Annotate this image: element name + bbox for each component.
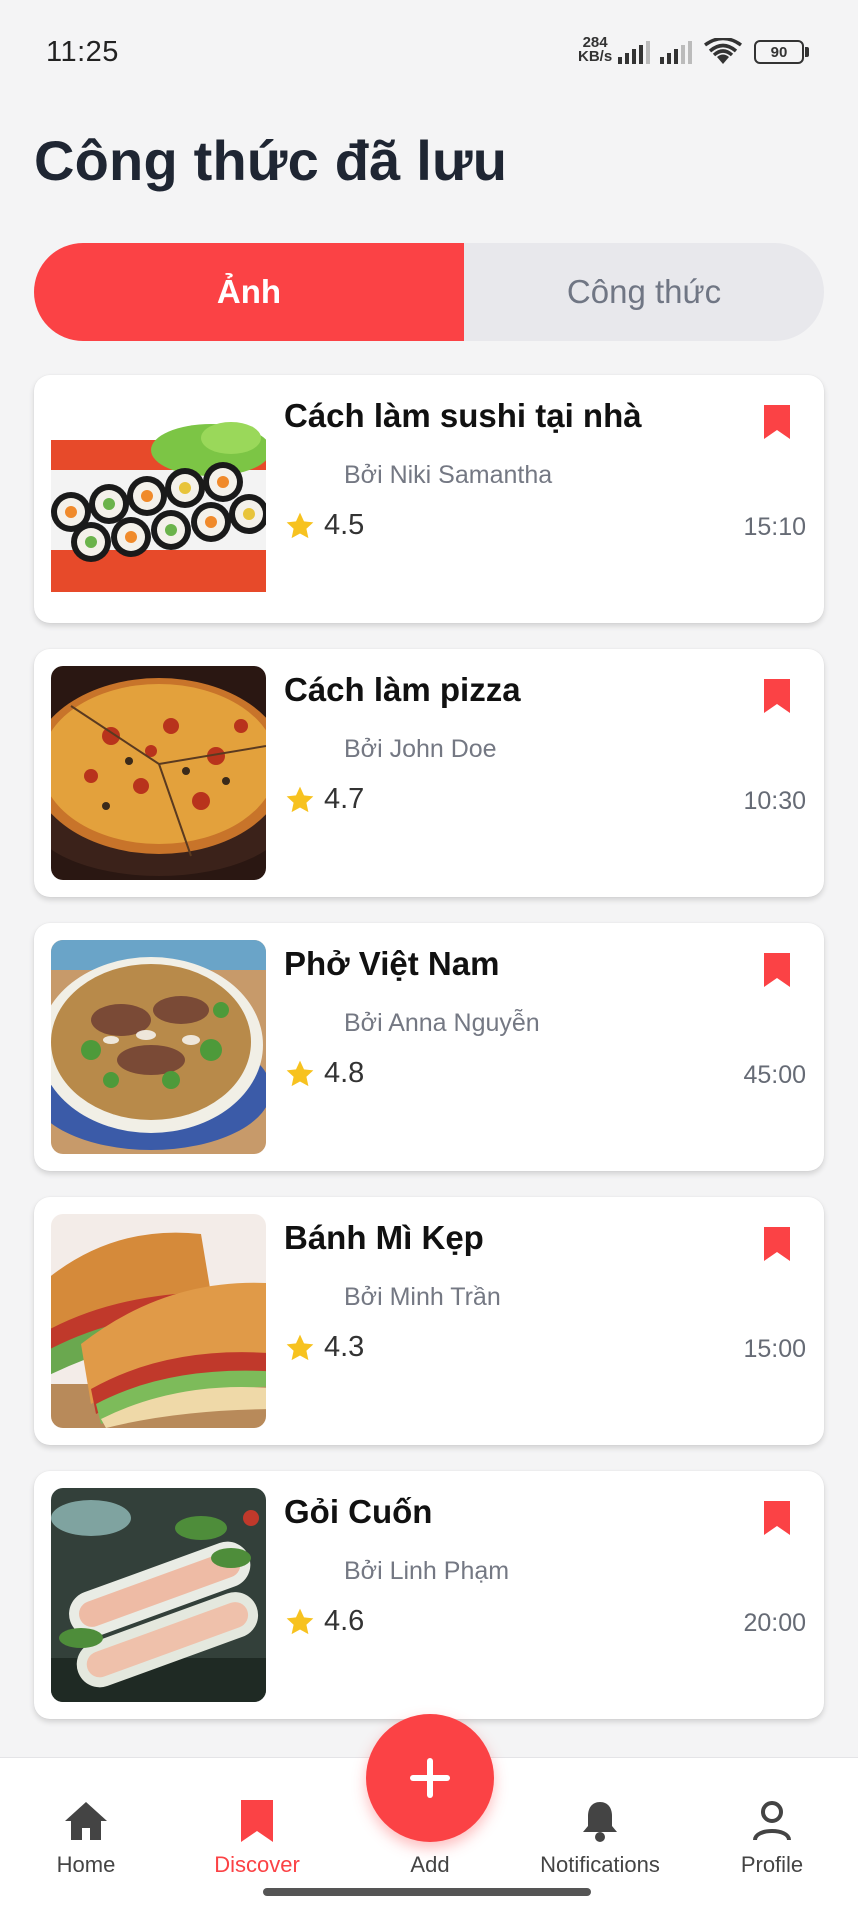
home-indicator [263,1888,591,1896]
recipe-list: Cách làm sushi tại nhà Bởi Niki Samantha… [34,375,824,1745]
bookmark-icon [241,1800,273,1842]
nav-label-add: Add [410,1852,450,1877]
recipe-author: Bởi Niki Samantha [344,461,553,489]
recipe-card[interactable]: Cách làm pizza Bởi John Doe 4.7 10:30 [34,649,824,897]
bell-icon [583,1802,617,1842]
recipe-image-banh-mi [51,1214,266,1428]
recipe-title: Gỏi Cuốn [284,1493,433,1530]
rating-value: 4.6 [324,1605,365,1637]
recipe-card[interactable]: Cách làm sushi tại nhà Bởi Niki Samantha… [34,375,824,623]
bookmark-icon[interactable] [764,953,790,987]
recipe-title: Bánh Mì Kẹp [284,1219,484,1256]
recipe-rating: 4.3 [284,1331,364,1364]
nav-label-profile: Profile [740,1852,804,1877]
recipe-image-sushi [51,392,266,606]
nav-label-discover: Discover [214,1852,300,1877]
recipe-author: Bởi Minh Trần [344,1283,501,1311]
recipe-card[interactable]: Bánh Mì Kẹp Bởi Minh Trần 4.3 15:00 [34,1197,824,1445]
plus-icon [410,1758,450,1798]
star-icon [286,1060,314,1086]
status-bar: 11:25 284 KB/s 90 [0,0,858,104]
recipe-time: 10:30 [743,787,806,815]
nav-label-notifications: Notifications [540,1852,660,1877]
signal-icon [618,41,650,64]
nav-item-notifications[interactable]: Notifications [515,1800,685,1878]
nav-item-home[interactable]: Home [1,1800,171,1878]
recipe-author: Bởi John Doe [344,735,497,763]
tab-photos[interactable]: Ảnh [34,243,464,341]
person-icon [753,1801,791,1841]
star-icon [286,786,314,812]
recipe-rating: 4.5 [284,509,364,542]
recipe-card[interactable]: Phở Việt Nam Bởi Anna Nguyễn 4.8 45:00 [34,923,824,1171]
recipe-time: 45:00 [743,1061,806,1089]
recipe-author: Bởi Linh Phạm [344,1557,510,1585]
rating-value: 4.3 [324,1331,365,1363]
network-speed: 284 KB/s [578,35,613,65]
bookmark-icon[interactable] [764,1501,790,1535]
nav-item-profile[interactable]: Profile [687,1800,857,1878]
recipe-time: 15:00 [743,1335,806,1363]
recipe-title: Phở Việt Nam [284,945,500,982]
recipe-title: Cách làm sushi tại nhà [284,397,642,434]
recipe-rating: 4.7 [284,783,364,816]
add-button[interactable] [366,1714,494,1842]
star-icon [286,512,314,538]
wifi-icon [704,38,742,64]
bookmark-icon[interactable] [764,405,790,439]
nav-label-home: Home [56,1852,116,1877]
bookmark-icon[interactable] [764,1227,790,1261]
battery-icon: 90 [754,40,804,64]
page-title: Công thức đã lưu [34,129,508,192]
battery-level: 90 [770,43,788,61]
nav-item-discover[interactable]: Discover [172,1800,342,1878]
star-icon [286,1334,314,1360]
recipe-time: 20:00 [743,1609,806,1637]
recipe-image-pho [51,940,266,1154]
bookmark-icon[interactable] [764,679,790,713]
recipe-rating: 4.8 [284,1057,364,1090]
status-time: 11:25 [46,36,119,68]
recipe-time: 15:10 [743,513,806,541]
signal-icon-2 [660,41,692,64]
view-toggle: Ảnh Công thức [34,243,824,341]
recipe-title: Cách làm pizza [284,671,521,708]
star-icon [286,1608,314,1634]
recipe-image-pizza [51,666,266,880]
rating-value: 4.7 [324,783,365,815]
recipe-image-spring-rolls [51,1488,266,1702]
recipe-rating: 4.6 [284,1605,364,1638]
rating-value: 4.5 [324,509,365,541]
recipe-author: Bởi Anna Nguyễn [344,1009,540,1037]
network-speed-unit: KB/s [578,48,613,65]
rating-value: 4.8 [324,1057,365,1089]
battery-tip [805,47,809,57]
home-icon [65,1802,107,1840]
recipe-card[interactable]: Gỏi Cuốn Bởi Linh Phạm 4.6 20:00 [34,1471,824,1719]
tab-recipes[interactable]: Công thức [464,243,824,341]
